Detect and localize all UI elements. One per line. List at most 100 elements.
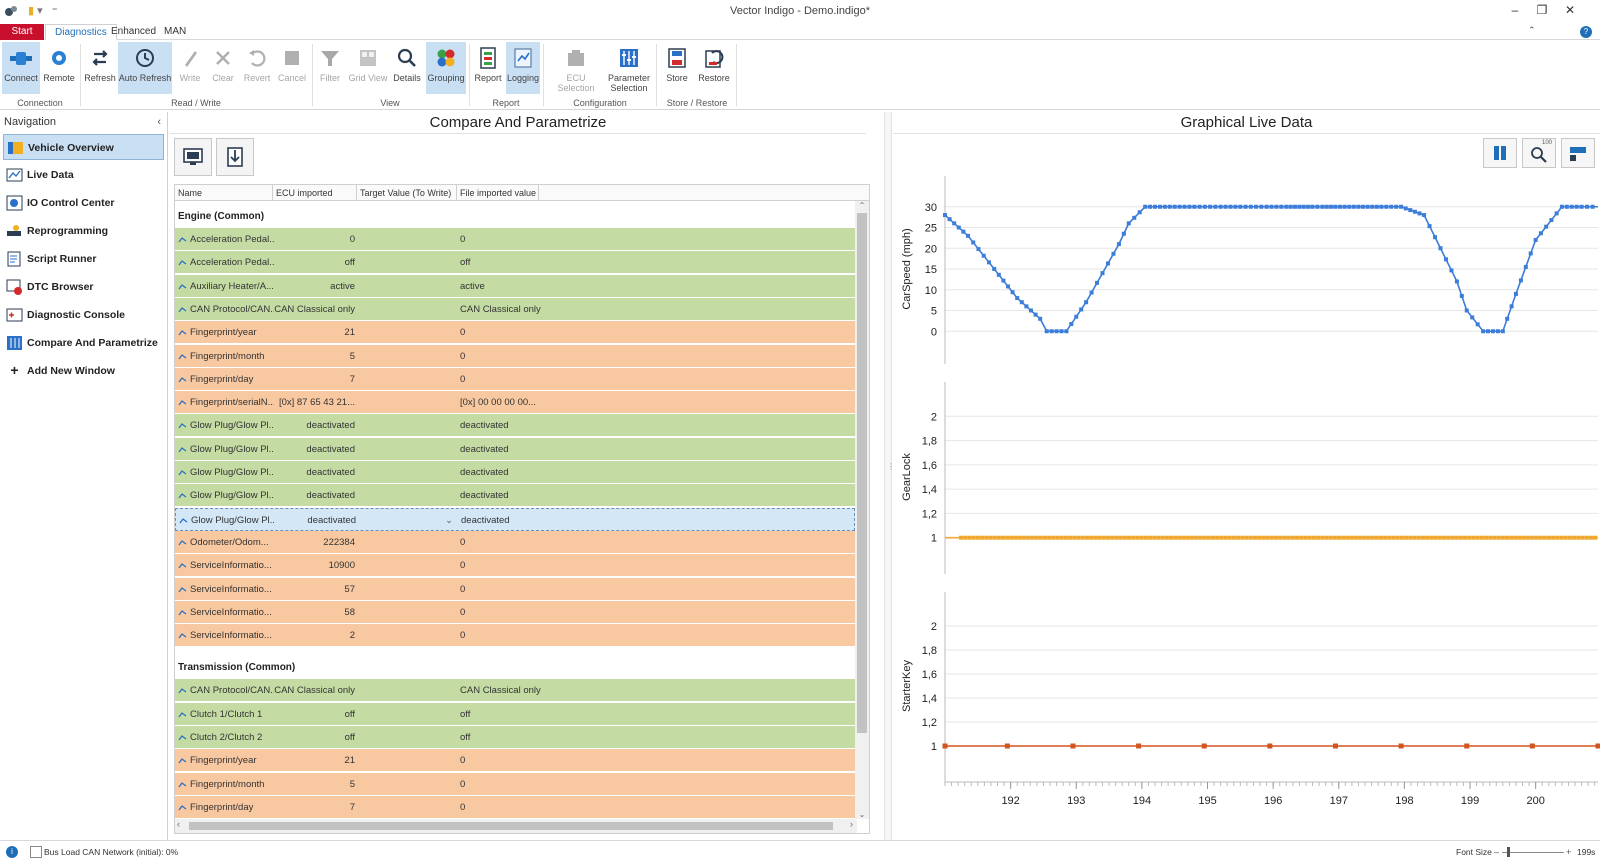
table-row[interactable]: Fingerprint/month 5 0 <box>175 344 855 368</box>
nav-item-reprogramming[interactable]: Reprogramming <box>3 218 164 244</box>
zoom-button[interactable]: 100 <box>1522 138 1556 168</box>
parameter-selection-button[interactable]: Parameter Selection <box>606 42 652 94</box>
nav-item-io-control-center[interactable]: IO Control Center <box>3 190 164 216</box>
table-row[interactable]: Glow Plug/Glow Pl... deactivated ⌄ deactiva… <box>175 507 855 532</box>
zoom-out-icon[interactable]: – <box>1494 847 1499 857</box>
table-row[interactable]: CAN Protocol/CAN... CAN Classical only CAN… <box>175 297 855 321</box>
table-row[interactable]: ServiceInformatio... 58 0 <box>175 600 855 624</box>
filter-button[interactable]: Filter <box>316 42 344 94</box>
clear-button[interactable]: Clear <box>208 42 238 94</box>
table-row[interactable]: Glow Plug/Glow Pl... deactivated deactivat… <box>175 437 855 461</box>
auto-refresh-button[interactable]: Auto Refresh <box>118 42 172 94</box>
nav-item-live-data[interactable]: Live Data <box>3 162 164 188</box>
table-row[interactable]: Fingerprint/year 21 0 <box>175 749 855 773</box>
table-row[interactable]: ServiceInformatio... 10900 0 <box>175 554 855 578</box>
nav-item-dtc-browser[interactable]: DTC Browser <box>3 274 164 300</box>
details-button[interactable]: Details <box>390 42 424 94</box>
nav-item-add-new-window[interactable]: + Add New Window <box>3 358 164 384</box>
table-row[interactable]: CAN Protocol/CAN... CAN Classical only CAN… <box>175 679 855 703</box>
table-row[interactable]: ServiceInformatio... 57 0 <box>175 577 855 601</box>
close-button[interactable]: ✕ <box>1555 3 1585 21</box>
tab-start[interactable]: Start <box>0 24 44 40</box>
data-point <box>1370 204 1375 209</box>
zoom-in-icon[interactable]: + <box>1566 847 1571 857</box>
connect-button[interactable]: Connect <box>2 42 40 94</box>
data-point <box>1542 535 1547 540</box>
revert-button[interactable]: Revert <box>242 42 272 94</box>
table-row[interactable]: Fingerprint/day 7 0 <box>175 367 855 391</box>
nav-item-script-runner[interactable]: Script Runner <box>3 246 164 272</box>
report-button[interactable]: Report <box>472 42 504 94</box>
data-point <box>1254 204 1259 209</box>
table-row[interactable]: Fingerprint/year 21 0 <box>175 321 855 345</box>
zoom-value: 199s <box>1577 847 1596 857</box>
chevron-down-icon[interactable]: ⌄ <box>443 509 455 532</box>
store-button[interactable]: Store <box>660 42 694 94</box>
refresh-button[interactable]: Refresh <box>84 42 116 94</box>
scroll-down-icon[interactable]: ⌄ <box>855 810 869 819</box>
data-point <box>1148 204 1153 209</box>
table-row[interactable]: Odometer/Odom... 222384 0 <box>175 530 855 554</box>
tab-man[interactable]: MAN <box>155 24 195 40</box>
vertical-scrollbar[interactable]: ⌃ ⌄ <box>855 201 869 819</box>
collapse-navigation-icon[interactable]: ‹ <box>157 112 161 132</box>
table-row[interactable]: Acceleration Pedal... 0 0 <box>175 228 855 251</box>
info-icon[interactable]: i <box>6 846 18 858</box>
scroll-up-icon[interactable]: ⌃ <box>855 201 869 210</box>
nav-item-vehicle-overview[interactable]: Vehicle Overview <box>3 134 164 160</box>
read-ecu-button[interactable] <box>174 138 212 176</box>
data-point <box>1342 204 1347 209</box>
grouping-button[interactable]: Grouping <box>426 42 466 94</box>
table-row[interactable]: Fingerprint/day 7 0 <box>175 795 855 819</box>
h-scroll-thumb[interactable] <box>189 822 833 830</box>
nav-item-compare-and-parametrize[interactable]: Compare And Parametrize <box>3 330 164 356</box>
group-header[interactable]: Transmission (Common) <box>175 652 855 679</box>
table-row[interactable]: Glow Plug/Glow Pl... deactivated deactivat… <box>175 484 855 508</box>
collapse-ribbon-icon[interactable]: ⌃ <box>1528 25 1536 36</box>
y-tick-label: 1,2 <box>922 717 937 729</box>
remote-button[interactable]: Remote <box>42 42 76 94</box>
ecu-selection-button[interactable]: ECU Selection <box>548 42 604 94</box>
group-header[interactable]: Engine (Common) <box>175 201 855 227</box>
panel-splitter[interactable]: ⋮ <box>884 112 895 840</box>
data-point <box>1162 204 1167 209</box>
parameter-icon <box>178 781 187 787</box>
bus-load-checkbox[interactable] <box>30 846 42 858</box>
import-file-button[interactable] <box>216 138 254 176</box>
scroll-thumb[interactable] <box>857 213 867 733</box>
column-header-name[interactable]: Name <box>175 185 273 201</box>
table-row[interactable]: Clutch 2/Clutch 2 off off <box>175 726 855 749</box>
logging-button[interactable]: Logging <box>506 42 540 94</box>
scroll-left-icon[interactable]: ‹ <box>177 819 180 829</box>
table-row[interactable]: Glow Plug/Glow Pl... deactivated deactivat… <box>175 461 855 484</box>
font-size-slider-handle[interactable] <box>1507 847 1510 857</box>
table-row[interactable]: ServiceInformatio... 2 0 <box>175 624 855 648</box>
column-header-target[interactable]: Target Value (To Write) <box>357 185 457 201</box>
table-row[interactable]: Clutch 1/Clutch 1 off off <box>175 702 855 726</box>
restore-data-button[interactable]: Restore <box>696 42 732 94</box>
auto-refresh-icon <box>136 49 154 67</box>
column-header-file[interactable]: File imported value <box>457 185 539 201</box>
nav-item-diagnostic-console[interactable]: Diagnostic Console <box>3 302 164 328</box>
table-row[interactable]: Fingerprint/serialN... [0x] 87 65 43 21..… <box>175 391 855 415</box>
cancel-button[interactable]: Cancel <box>276 42 308 94</box>
font-size-slider[interactable] <box>1502 852 1564 853</box>
column-header-ecu[interactable]: ECU imported value <box>273 185 357 214</box>
scroll-right-icon[interactable]: › <box>850 819 853 829</box>
write-button[interactable]: Write <box>176 42 204 94</box>
table-row[interactable]: Glow Plug/Glow Pl... deactivated deactivat… <box>175 414 855 438</box>
table-row[interactable]: Auxiliary Heater/A... active active <box>175 274 855 298</box>
cell-name: Clutch 1/Clutch 1 <box>190 708 263 720</box>
x-tick-label: 199 <box>1461 795 1479 807</box>
help-icon[interactable]: ? <box>1580 26 1592 38</box>
grid-view-button[interactable]: Grid View <box>348 42 388 94</box>
pause-button[interactable] <box>1483 138 1517 168</box>
horizontal-scrollbar[interactable]: ‹ › <box>175 819 857 833</box>
table-row[interactable]: Acceleration Pedal... off off <box>175 251 855 275</box>
parameter-icon <box>178 633 187 639</box>
restore-button[interactable]: ❐ <box>1527 3 1557 21</box>
minimize-button[interactable]: – <box>1500 3 1530 21</box>
graph-settings-button[interactable] <box>1561 138 1595 168</box>
data-point <box>1038 316 1043 321</box>
table-row[interactable]: Fingerprint/month 5 0 <box>175 772 855 796</box>
